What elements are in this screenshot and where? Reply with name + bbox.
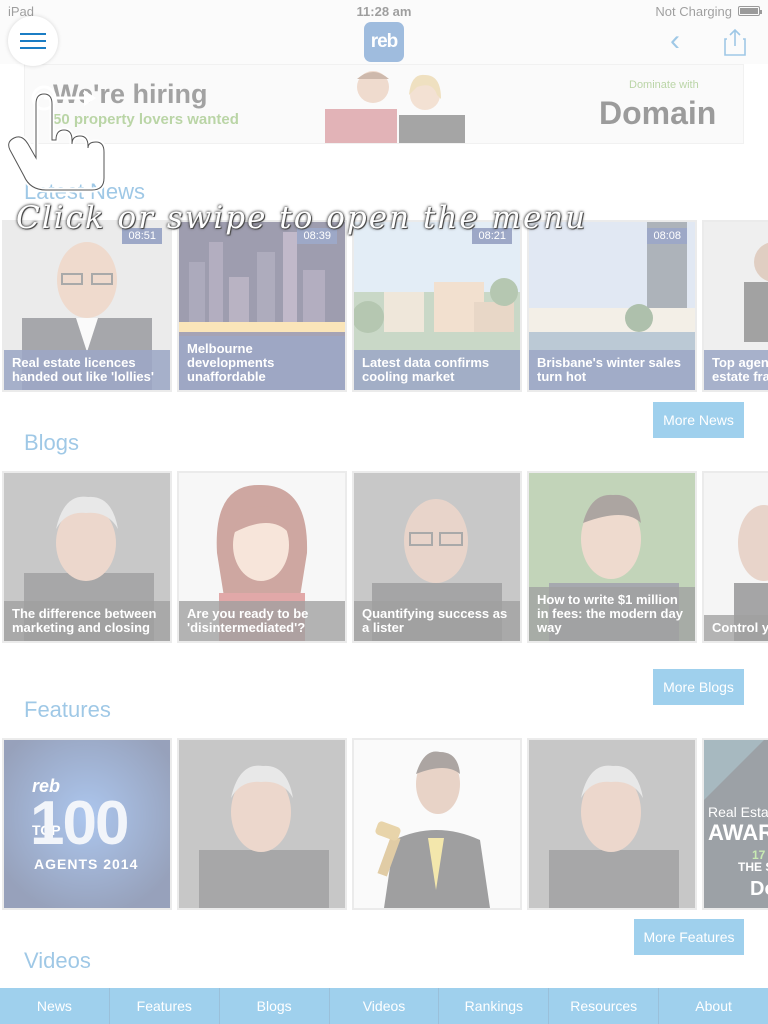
blog-caption: Control y conserve xyxy=(704,615,768,641)
blog-card[interactable]: How to write $1 million in fees: the mod… xyxy=(527,471,697,643)
bottom-tab-bar: News Features Blogs Videos Rankings Reso… xyxy=(0,988,768,1024)
blog-caption: Quantifying success as a lister xyxy=(354,601,520,641)
feature-card[interactable]: Real Esta AWAR 17 THE S Do xyxy=(702,738,768,910)
news-card[interactable]: 08:21 Latest data confirms cooling marke… xyxy=(352,220,522,392)
ad-banner[interactable]: We're hiring 50 property lovers wanted D… xyxy=(24,64,744,144)
blog-card[interactable]: Quantifying success as a lister xyxy=(352,471,522,643)
battery-icon xyxy=(738,6,762,16)
news-caption: Real estate licences handed out like 'lo… xyxy=(4,350,170,390)
feature-photo xyxy=(179,740,345,908)
blog-caption: The difference between marketing and clo… xyxy=(4,601,170,641)
news-card[interactable]: 08:08 Brisbane's winter sales turn hot xyxy=(527,220,697,392)
more-features-button[interactable]: More Features xyxy=(634,919,744,955)
blog-caption: Are you ready to be 'disintermediated'? xyxy=(179,601,345,641)
blogs-title: Blogs xyxy=(24,430,80,455)
feature-award-line4: THE S xyxy=(738,860,768,874)
features-title: Features xyxy=(24,697,111,722)
clock: 11:28 am xyxy=(356,3,412,19)
menu-icon[interactable] xyxy=(8,16,58,66)
reb-logo[interactable]: reb xyxy=(364,22,404,62)
swipe-hand-icon xyxy=(6,85,107,193)
tab-rankings[interactable]: Rankings xyxy=(439,988,550,1024)
ad-people-image xyxy=(325,71,465,143)
ad-tagline: Dominate with xyxy=(629,79,699,91)
news-strip[interactable]: 08:51 Real estate licences handed out li… xyxy=(0,220,768,392)
feature-card[interactable] xyxy=(527,738,697,910)
tab-news[interactable]: News xyxy=(0,988,110,1024)
blog-card[interactable]: The difference between marketing and clo… xyxy=(2,471,172,643)
share-icon[interactable] xyxy=(724,28,746,56)
news-card[interactable]: 08:51 Real estate licences handed out li… xyxy=(2,220,172,392)
blog-card[interactable]: Control y conserve xyxy=(702,471,768,643)
domain-logo: Domain xyxy=(599,95,717,131)
blog-caption: How to write $1 million in fees: the mod… xyxy=(529,587,695,641)
more-news-button[interactable]: More News xyxy=(653,402,744,438)
tab-blogs[interactable]: Blogs xyxy=(220,988,330,1024)
blog-card[interactable]: Are you ready to be 'disintermediated'? xyxy=(177,471,347,643)
news-card[interactable]: 08:39 Melbourne developments unaffordabl… xyxy=(177,220,347,392)
status-bar: iPad 11:28 am Not Charging xyxy=(0,0,768,22)
feature-subtitle: AGENTS 2014 xyxy=(34,856,139,872)
feature-photo xyxy=(529,740,695,908)
tab-about[interactable]: About xyxy=(659,988,768,1024)
more-blogs-button[interactable]: More Blogs xyxy=(653,669,744,705)
news-caption: Latest data confirms cooling market xyxy=(354,350,520,390)
news-caption: Top agent 'zero tole estate fra xyxy=(704,350,768,390)
feature-number: 100 xyxy=(30,789,129,858)
feature-card[interactable] xyxy=(352,738,522,910)
videos-title: Videos xyxy=(24,948,91,973)
features-strip[interactable]: reb TOP 100 AGENTS 2014 Real Esta AWAR 1… xyxy=(0,738,768,910)
news-caption: Melbourne developments unaffordable xyxy=(179,336,345,390)
tab-resources[interactable]: Resources xyxy=(549,988,660,1024)
tutorial-hint-text: Click or swipe to open the menu xyxy=(16,200,588,236)
feature-card[interactable]: reb TOP 100 AGENTS 2014 xyxy=(2,738,172,910)
news-caption: Brisbane's winter sales turn hot xyxy=(529,350,695,390)
blogs-strip[interactable]: The difference between marketing and clo… xyxy=(0,471,768,643)
feature-award-line1: Real Esta xyxy=(708,804,768,820)
feature-photo xyxy=(354,740,520,908)
back-icon[interactable]: ‹ xyxy=(670,26,680,56)
nav-bar: reb ‹ xyxy=(0,22,768,64)
tab-videos[interactable]: Videos xyxy=(330,988,440,1024)
feature-award-line5: Do xyxy=(750,878,768,900)
tab-features[interactable]: Features xyxy=(110,988,220,1024)
feature-award-line2: AWAR xyxy=(708,820,768,845)
news-time: 08:08 xyxy=(647,228,687,244)
feature-card[interactable] xyxy=(177,738,347,910)
news-card[interactable]: Top agent 'zero tole estate fra xyxy=(702,220,768,392)
